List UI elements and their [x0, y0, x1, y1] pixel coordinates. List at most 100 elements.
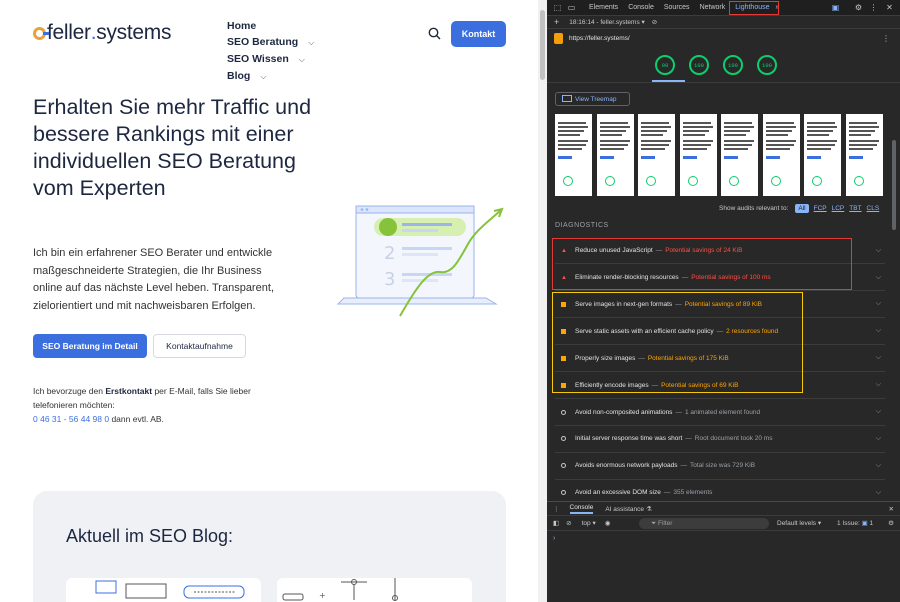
add-report-icon[interactable]: + — [554, 17, 559, 27]
filter-all[interactable]: All — [795, 204, 809, 213]
blog-post-card[interactable]: + — [277, 578, 472, 602]
chevron-down-icon[interactable]: ⌵ — [876, 354, 881, 362]
inspect-element-icon[interactable]: ⬚ — [553, 3, 562, 12]
chevron-down-icon: ⌵ — [308, 38, 315, 47]
nav-item-blog[interactable]: Blog ⌵ — [227, 68, 274, 85]
hero-title: Erhalten Sie mehr Traffic und bessere Ra… — [33, 95, 312, 200]
issues-counter[interactable]: 1 Issue: ▣ 1 — [837, 519, 873, 527]
chevron-down-icon[interactable]: ⌵ — [876, 300, 881, 308]
close-drawer-icon[interactable]: ✕ — [889, 505, 894, 513]
report-selector[interactable]: 18:16:14 - feller.systems ▾ — [569, 18, 645, 26]
filter-fcp[interactable]: FCP — [814, 205, 827, 212]
log-levels-dropdown[interactable]: Default levels ▾ — [777, 519, 821, 527]
drawer-tab-bar: ⋮ Console AI assistance ⚗ ✕ — [547, 502, 900, 516]
chevron-down-icon[interactable]: ⌵ — [876, 435, 881, 443]
blog-post-card[interactable] — [66, 578, 261, 602]
issue-icon: ▣ — [861, 520, 868, 527]
chevron-down-icon[interactable]: ⌵ — [876, 381, 881, 389]
audit-relevance-filter: Show audits relevant to: All FCP LCP TBT… — [719, 204, 880, 213]
more-options-icon[interactable]: ⋮ — [869, 3, 878, 12]
devtools-tab-bar: ⬚ ▭ Elements Console Sources Network Lig… — [547, 0, 900, 16]
contact-button[interactable]: Kontakt — [451, 21, 506, 47]
search-icon[interactable] — [428, 27, 441, 40]
audit-separator: — — [663, 489, 671, 497]
score-gauges: 98 100 100 100 — [655, 55, 791, 75]
close-icon[interactable]: ✕ — [885, 3, 894, 12]
audit-row[interactable]: Initial server response time was short — R… — [555, 426, 885, 453]
filmstrip-frame — [804, 114, 841, 196]
tab-console[interactable]: Console — [628, 4, 654, 11]
tab-network[interactable]: Network — [700, 4, 726, 11]
console-settings-icon[interactable]: ⚙ — [888, 519, 894, 527]
clear-reports-icon[interactable]: ⊘ — [652, 18, 657, 26]
site-logo[interactable]: feller. systems — [33, 21, 171, 44]
drawer-tab-ai-assistance[interactable]: AI assistance ⚗ — [605, 505, 651, 513]
clear-console-icon[interactable]: ⊘ — [566, 519, 571, 527]
sidebar-toggle-icon[interactable]: ◧ — [553, 519, 559, 527]
chevron-down-icon[interactable]: ⌵ — [876, 462, 881, 470]
audit-display-value: Root document took 20 ms — [694, 435, 773, 443]
page-scrollbar[interactable] — [538, 0, 547, 602]
lighthouse-toolbar: + 18:16:14 - feller.systems ▾ ⊘ — [547, 16, 900, 29]
filter-lcp[interactable]: LCP — [832, 205, 845, 212]
score-gauge-performance[interactable]: 98 — [655, 55, 675, 75]
devtools-scrollbar[interactable] — [892, 140, 896, 230]
screen: feller. systems Home SEO Beratung ⌵ SEO Wi… — [0, 0, 900, 602]
filter-cls[interactable]: CLS — [867, 205, 880, 212]
console-prompt[interactable]: › — [553, 535, 900, 542]
score-gauge-seo[interactable]: 100 — [757, 55, 777, 75]
live-expression-icon[interactable]: ◉ — [605, 519, 611, 527]
nav-item-seo-beratung[interactable]: SEO Beratung ⌵ — [227, 34, 322, 51]
gear-icon[interactable]: ⚙ — [854, 3, 863, 12]
drawer-tab-console[interactable]: Console — [569, 504, 594, 514]
pass-circle-icon — [561, 436, 566, 442]
score-gauge-accessibility[interactable]: 100 — [689, 55, 709, 75]
highlight-box-yellow — [552, 292, 803, 393]
blog-post-thumbnail — [95, 580, 245, 599]
phone-link[interactable]: 0 46 31 - 56 44 98 0 — [33, 414, 109, 424]
chevron-down-icon[interactable]: ⌵ — [876, 274, 881, 282]
chevron-down-icon[interactable]: ⌵ — [876, 327, 881, 335]
hero-text: Ich bin ein erfahrener SEO Berater und e… — [33, 247, 274, 312]
audit-row[interactable]: Avoids enormous network payloads — Total s… — [555, 453, 885, 480]
pass-circle-icon — [561, 490, 566, 496]
tab-elements[interactable]: Elements — [589, 4, 618, 11]
pass-circle-icon — [561, 409, 566, 415]
highlight-box-red — [552, 238, 852, 290]
seo-beratung-detail-button[interactable]: SEO Beratung im Detail — [33, 334, 147, 358]
lighthouse-tab-highlight — [729, 1, 779, 15]
context-selector[interactable]: top ▾ — [582, 519, 596, 527]
audit-separator: — — [675, 408, 682, 416]
filmstrip-frame — [555, 114, 592, 196]
nav-item-home[interactable]: Home — [227, 18, 264, 34]
report-url[interactable]: https://feller.systems/ — [569, 35, 630, 42]
filmstrip-frame — [845, 114, 883, 196]
score-gauge-best-practices[interactable]: 100 — [723, 55, 743, 75]
audit-title: Avoid an excessive DOM size — [575, 489, 661, 497]
website-viewport: feller. systems Home SEO Beratung ⌵ SEO Wi… — [0, 0, 538, 602]
chevron-down-icon[interactable]: ⌵ — [876, 489, 881, 497]
page-scrollbar-thumb[interactable] — [540, 10, 545, 80]
svg-text:+: + — [319, 591, 326, 600]
drawer-menu-icon[interactable]: ⋮ — [553, 505, 560, 513]
chevron-down-icon[interactable]: ⌵ — [876, 408, 881, 416]
chevron-down-icon: ⌵ — [298, 55, 305, 64]
blog-post-thumbnail: + — [282, 578, 398, 601]
filter-tbt[interactable]: TBT — [849, 205, 861, 212]
kontaktaufnahme-button[interactable]: Kontaktaufnahme — [153, 334, 246, 358]
illustration-rank-3: 3 — [384, 269, 395, 290]
issues-badge-icon[interactable]: ▣ — [831, 3, 840, 12]
audit-display-value: 1 animated element found — [684, 408, 761, 416]
flask-icon: ⚗ — [645, 505, 652, 513]
logo-mark-icon — [33, 26, 49, 40]
illustration-rank-2: 2 — [384, 243, 395, 264]
audit-row[interactable]: Avoid non-composited animations —1 animat… — [555, 399, 885, 426]
view-treemap-button[interactable]: View Treemap — [555, 92, 630, 106]
nav-item-seo-wissen[interactable]: SEO Wissen ⌵ — [227, 51, 313, 68]
console-drawer: ⋮ Console AI assistance ⚗ ✕ ◧ ⊘ top ▾ ◉ … — [547, 501, 900, 602]
tab-sources[interactable]: Sources — [664, 4, 690, 11]
report-menu-icon[interactable]: ⋮ — [882, 34, 890, 43]
console-filter-input[interactable]: ⏷ Filter — [639, 518, 769, 529]
device-toolbar-icon[interactable]: ▭ — [567, 3, 576, 12]
chevron-down-icon[interactable]: ⌵ — [876, 247, 881, 255]
